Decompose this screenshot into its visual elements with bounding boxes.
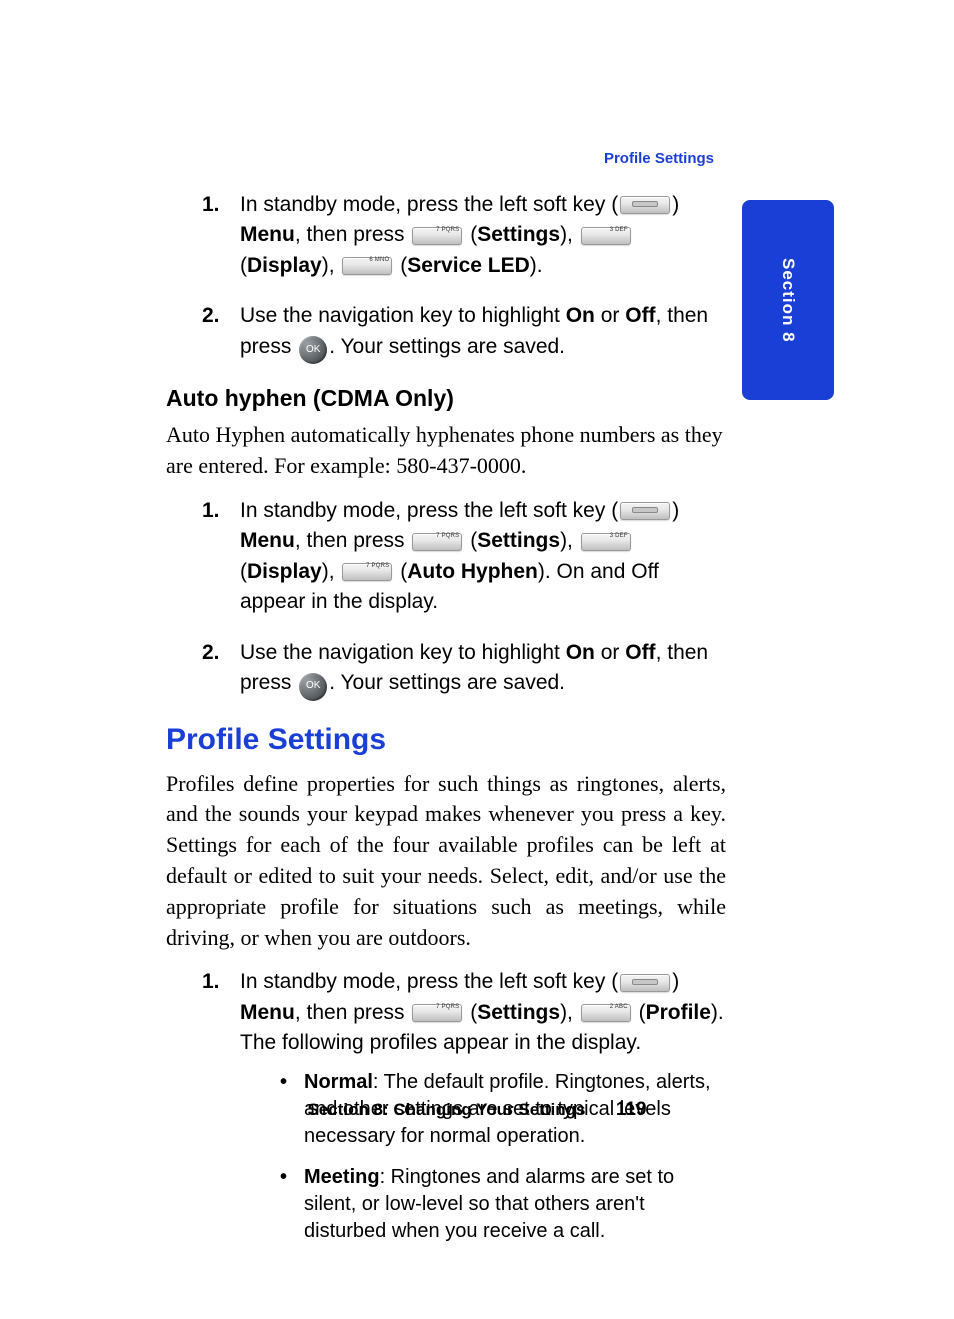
text: ), [322,560,341,583]
menu-label: Menu [240,529,295,552]
key-3-icon [581,533,631,551]
key-6-icon [342,257,392,275]
profile-settings-paragraph: Profiles define properties for such thin… [166,769,726,954]
auto-hyphen-steps: 1. In standby mode, press the left soft … [166,496,726,699]
auto-hyphen-heading: Auto hyphen (CDMA Only) [166,382,726,414]
text: ( [240,560,247,583]
menu-label: Menu [240,223,295,246]
key-7-icon [412,533,462,551]
step-number: 1. [202,190,220,220]
menu-label: Menu [240,1001,295,1024]
step-number: 2. [202,301,220,331]
profile-label: Profile [646,1001,711,1024]
text: ( [633,1001,646,1024]
text: ( [464,1001,477,1024]
text: In standby mode, press the left soft key… [240,193,618,216]
step-number: 1. [202,496,220,526]
auto-hyphen-label: Auto Hyphen [407,560,538,583]
bullet-title: Normal [304,1071,373,1093]
display-label: Display [247,560,322,583]
key-7-icon [412,227,462,245]
profile-bullets: Normal: The default profile. Ringtones, … [240,1069,726,1245]
text: ), [322,254,341,277]
section-tab-label: Section 8 [778,258,798,343]
text: ( [240,254,247,277]
text: ). [530,254,543,277]
text: ( [394,560,407,583]
profile-settings-heading: Profile Settings [166,719,726,761]
key-2-icon [581,1004,631,1022]
page: Profile Settings Section 8 1. In standby… [0,0,954,1319]
footer-section-title: Section 8: Changing Your Settings [307,1100,585,1120]
text: , then press [295,223,411,246]
text: ), [560,529,579,552]
text: ( [464,223,477,246]
off-label: Off [625,641,655,664]
ok-button-icon: OK [299,673,327,701]
text: . Your settings are saved. [329,671,565,694]
step-1: 1. In standby mode, press the left soft … [166,190,726,281]
settings-label: Settings [477,223,560,246]
step-2: 2. Use the navigation key to highlight O… [166,301,726,362]
text: Use the navigation key to highlight [240,641,566,664]
key-7-icon [412,1004,462,1022]
section-tab: Section 8 [742,200,834,400]
settings-label: Settings [477,1001,560,1024]
text: . Your settings are saved. [329,335,565,358]
text: ) [672,193,679,216]
softkey-icon [620,196,670,214]
ok-button-icon: OK [299,336,327,364]
text: In standby mode, press the left soft key… [240,499,618,522]
text: ( [394,254,407,277]
text: , then press [295,529,411,552]
settings-label: Settings [477,529,560,552]
softkey-icon [620,974,670,992]
bullet-title: Meeting [304,1166,380,1188]
text: ), [560,223,579,246]
on-label: On [566,304,595,327]
text: ) [672,499,679,522]
softkey-icon [620,502,670,520]
text: Use the navigation key to highlight [240,304,566,327]
key-3-icon [581,227,631,245]
service-led-label: Service LED [407,254,530,277]
step-1: 1. In standby mode, press the left soft … [166,496,726,618]
footer-page-number: 119 [616,1099,647,1121]
off-label: Off [625,304,655,327]
key-7-icon [342,563,392,581]
display-label: Display [247,254,322,277]
bullet-meeting: Meeting: Ringtones and alarms are set to… [240,1164,726,1245]
step-number: 1. [202,967,220,997]
text: ), [560,1001,579,1024]
text: or [595,304,625,327]
auto-hyphen-paragraph: Auto Hyphen automatically hyphenates pho… [166,420,726,482]
text: ( [464,529,477,552]
text: , then press [295,1001,411,1024]
text: or [595,641,625,664]
on-label: On [566,641,595,664]
step-number: 2. [202,638,220,668]
text: In standby mode, press the left soft key… [240,970,618,993]
service-led-steps: 1. In standby mode, press the left soft … [166,190,726,362]
running-header: Profile Settings [604,150,714,167]
step-2: 2. Use the navigation key to highlight O… [166,638,726,699]
page-footer: Section 8: Changing Your Settings 119 [0,1099,954,1121]
text: ) [672,970,679,993]
